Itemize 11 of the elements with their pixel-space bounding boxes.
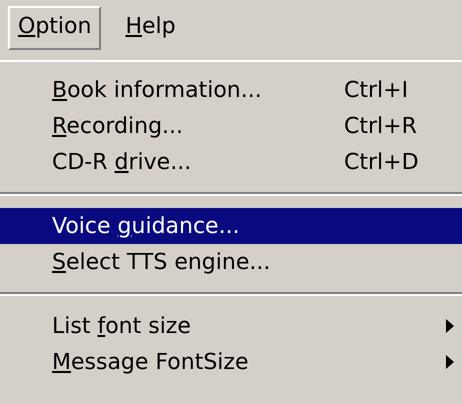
menu-item[interactable]: CD-R drive... Ctrl+D — [0, 144, 462, 180]
menu-bar-item[interactable]: Option — [8, 6, 102, 50]
submenu-arrow-icon — [446, 355, 454, 369]
menu-item[interactable]: Voice guidance... — [0, 208, 462, 244]
menu-item[interactable]: Recording... Ctrl+R — [0, 108, 462, 144]
menu-item[interactable]: List font size — [0, 308, 462, 344]
menu-item[interactable]: Book information... Ctrl+I — [0, 72, 462, 108]
menu-item[interactable]: Select TTS engine... — [0, 244, 462, 280]
menu-item[interactable]: Message FontSize — [0, 344, 462, 380]
menu-bar-item[interactable]: Help — [115, 6, 186, 50]
submenu-arrow-icon — [446, 319, 454, 333]
